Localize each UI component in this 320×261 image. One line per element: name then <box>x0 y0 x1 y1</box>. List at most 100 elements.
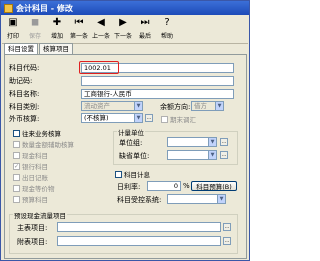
cash-equiv-checkbox[interactable]: 现金等价物 <box>13 183 55 193</box>
checkbox-box <box>13 173 20 181</box>
print-label: 打印 <box>6 33 19 40</box>
account-checkbox[interactable]: 往来业务核算 <box>13 128 61 138</box>
qty-label: 数量金额辅助核算 <box>22 141 74 149</box>
fx-browse-button[interactable]: … <box>145 114 153 122</box>
checkbox-box <box>13 195 20 203</box>
subject-control-label: 科目受控系统: <box>117 196 162 204</box>
checkbox-box <box>13 184 20 192</box>
checkbox-box <box>115 170 122 178</box>
add-icon: ✚ <box>52 17 62 28</box>
category-label: 科目类别: <box>9 103 40 111</box>
save-button[interactable]: ◼ 保存 <box>24 16 46 43</box>
cashflow-groupbox <box>9 214 238 254</box>
save-icon: ◼ <box>30 17 40 28</box>
add-label: 增加 <box>50 33 63 40</box>
account-edit-window: 会计科目 - 修改 ▣ 打印 ◼ 保存 ✚ 增加 ⏮ 第一条 ◀ 上一条 ▶ 下… <box>0 0 250 261</box>
account-label: 往来业务核算 <box>22 130 61 138</box>
balance-direction-label: 余额方向: <box>160 103 191 111</box>
unit-group-select[interactable]: ▼ <box>167 137 217 147</box>
qty-checkbox[interactable]: 数量金额辅助核算 <box>13 139 74 149</box>
fx-label: 外币核算: <box>9 115 40 123</box>
unit-group-browse-button[interactable]: … <box>220 138 228 146</box>
last-record-button[interactable]: ⏭ 最后 <box>134 16 156 43</box>
subject-control-select[interactable]: ▼ <box>167 194 226 204</box>
bank-checkbox[interactable]: ✓ 银行科目 <box>13 161 48 171</box>
checkbox-box <box>161 115 168 123</box>
fx-select[interactable]: (不核算) ▼ <box>81 113 143 123</box>
main-item-field[interactable] <box>57 222 221 232</box>
next-record-button[interactable]: ▶ 下一条 <box>112 16 134 43</box>
journal-label: 出日记账 <box>22 174 48 182</box>
cash-equiv-label: 现金等价物 <box>22 185 55 193</box>
chevron-down-icon: ▼ <box>217 195 225 203</box>
name-label: 科目名称: <box>9 90 40 98</box>
cash-checkbox[interactable]: 现金科目 <box>13 150 48 160</box>
toolbar: ▣ 打印 ◼ 保存 ✚ 增加 ⏮ 第一条 ◀ 上一条 ▶ 下一条 ⏭ 最后 ? <box>2 16 248 44</box>
next-record-label: 下一条 <box>113 33 132 40</box>
journal-checkbox[interactable]: 出日记账 <box>13 172 48 182</box>
balance-direction-value: 借方 <box>194 102 207 110</box>
title-bar: 会计科目 - 修改 <box>1 1 249 15</box>
chevron-down-icon: ▼ <box>208 151 216 159</box>
next-record-icon: ▶ <box>119 17 127 28</box>
chevron-down-icon: ▼ <box>208 138 216 146</box>
daily-rate-field[interactable]: 0 <box>147 181 181 191</box>
help-button[interactable]: ? 帮助 <box>156 16 178 43</box>
checkmark-icon: ✓ <box>13 162 20 170</box>
checkbox-box <box>13 129 20 137</box>
highlight-box <box>79 61 119 74</box>
interest-checkbox[interactable]: 科目计息 <box>115 169 150 179</box>
mnemonic-label: 助记码: <box>9 77 33 85</box>
add-button[interactable]: ✚ 增加 <box>46 16 68 43</box>
help-icon: ? <box>164 17 170 28</box>
chevron-down-icon: ▼ <box>134 102 142 110</box>
sub-item-field[interactable] <box>57 236 221 246</box>
cashflow-group-title: 预设现金流量项目 <box>13 210 67 220</box>
code-label: 科目代码: <box>9 64 40 72</box>
bank-label: 银行科目 <box>22 163 48 171</box>
first-record-button[interactable]: ⏮ 第一条 <box>68 16 90 43</box>
default-unit-label: 缺省单位: <box>119 152 150 160</box>
main-item-label: 主表项目: <box>17 224 48 232</box>
interest-label: 科目计息 <box>124 171 150 179</box>
checkbox-box <box>13 140 20 148</box>
budget-button[interactable]: 科目预算(B) <box>191 181 237 191</box>
first-record-label: 第一条 <box>69 33 88 40</box>
prev-record-label: 上一条 <box>91 33 110 40</box>
name-field[interactable]: 工商银行-人民币 <box>81 89 234 99</box>
default-unit-browse-button[interactable]: … <box>220 151 228 159</box>
unit-group-title: 计量单位 <box>117 127 145 137</box>
app-icon <box>4 3 13 13</box>
window-title: 会计科目 - 修改 <box>16 3 73 13</box>
sub-item-browse-button[interactable]: … <box>223 237 231 245</box>
balance-direction-select[interactable]: 借方 ▼ <box>191 101 224 111</box>
default-unit-select[interactable]: ▼ <box>167 150 217 160</box>
daily-rate-unit: % <box>183 182 190 190</box>
printer-icon: ▣ <box>8 17 18 28</box>
period-end-adjust-label: 期末调汇 <box>170 116 196 124</box>
last-record-icon: ⏭ <box>140 17 150 28</box>
main-item-browse-button[interactable]: … <box>223 223 231 231</box>
category-value: 流动资产 <box>84 102 110 110</box>
save-label: 保存 <box>28 33 41 40</box>
fx-value: (不核算) <box>84 114 109 122</box>
print-button[interactable]: ▣ 打印 <box>2 16 24 43</box>
tab-strip: 科目设置 核算项目 <box>4 43 74 55</box>
first-record-icon: ⏮ <box>74 17 84 28</box>
help-label: 帮助 <box>160 33 173 40</box>
prev-record-icon: ◀ <box>97 17 105 28</box>
cash-label: 现金科目 <box>22 152 48 160</box>
budget-checkbox[interactable]: 预算科目 <box>13 194 48 204</box>
chevron-down-icon: ▼ <box>215 102 223 110</box>
prev-record-button[interactable]: ◀ 上一条 <box>90 16 112 43</box>
tab-accounting-items[interactable]: 核算项目 <box>39 43 73 54</box>
category-select[interactable]: 流动资产 ▼ <box>81 101 143 111</box>
budget-label: 预算科目 <box>22 196 48 204</box>
sub-item-label: 附表项目: <box>17 238 48 246</box>
unit-group-label: 单位组: <box>119 139 143 147</box>
chevron-down-icon: ▼ <box>134 114 142 122</box>
period-end-adjust-checkbox[interactable]: 期末调汇 <box>161 114 196 124</box>
mnemonic-field[interactable] <box>81 76 234 86</box>
last-record-label: 最后 <box>138 33 151 40</box>
daily-rate-label: 日利率: <box>117 183 141 191</box>
